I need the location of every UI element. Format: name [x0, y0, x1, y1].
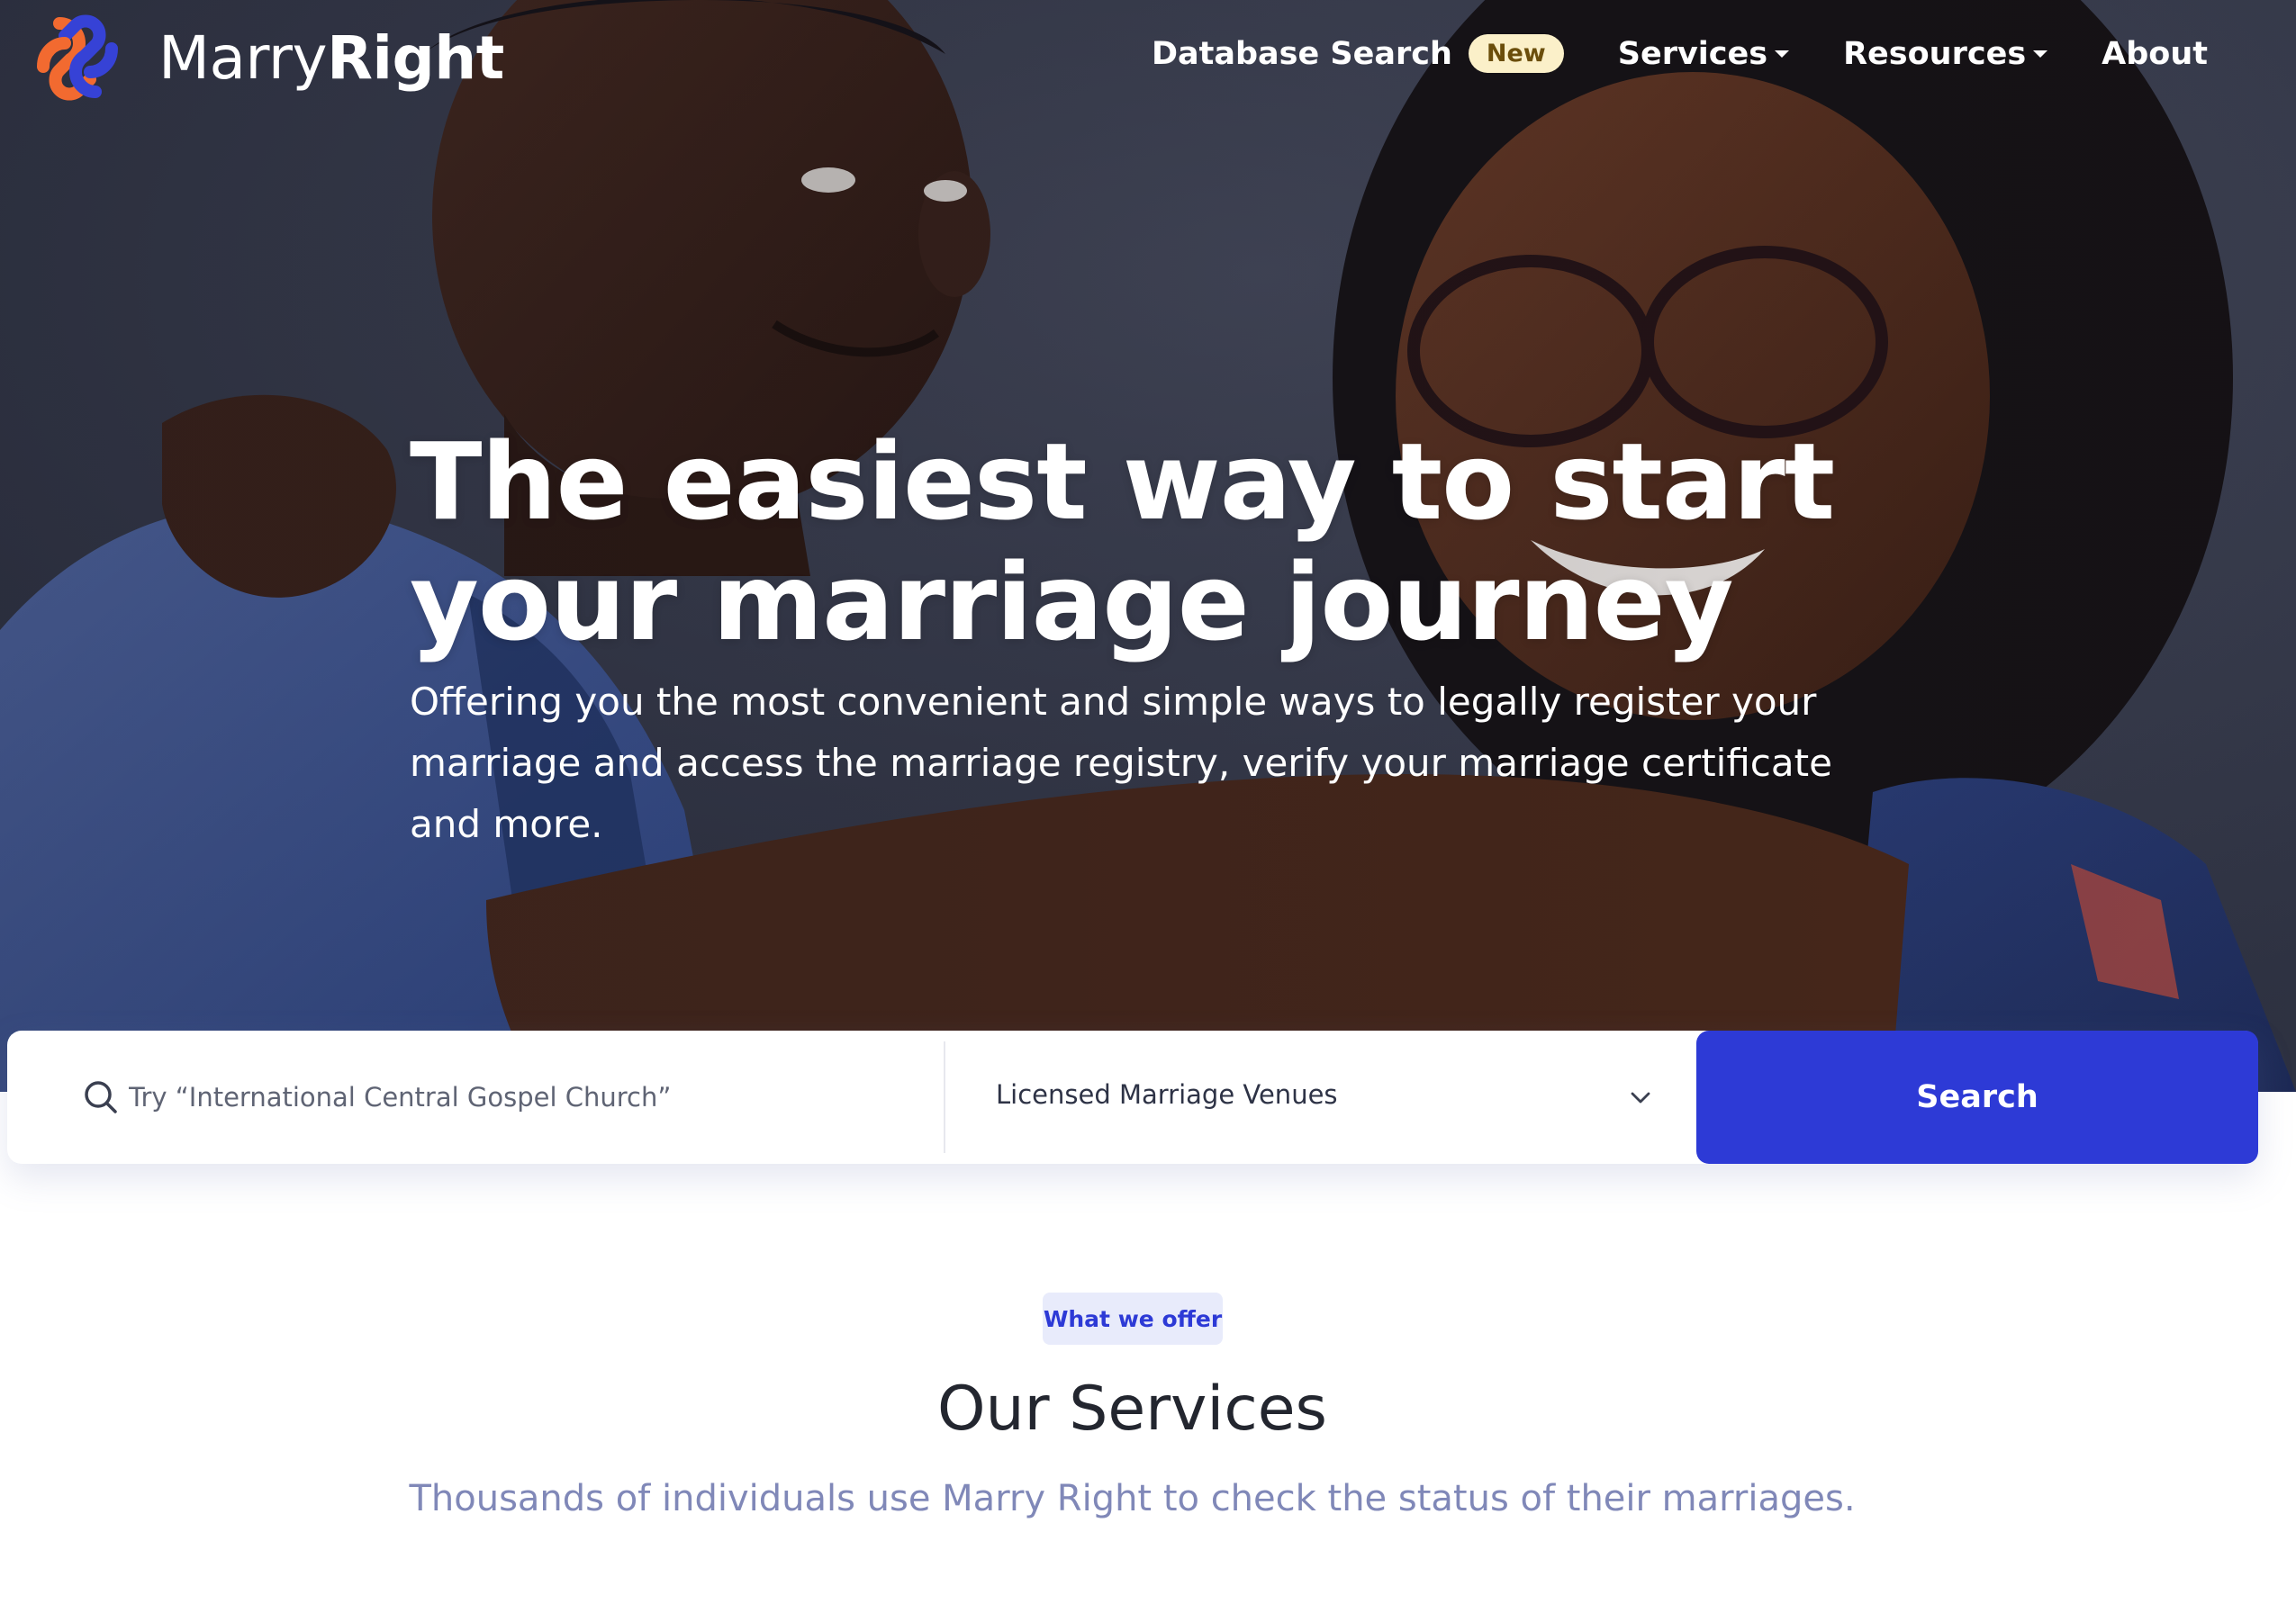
top-navigation: MarryRight Database Search New Services … — [0, 0, 2296, 117]
brand-name-bold: Right — [327, 23, 504, 93]
category-select[interactable]: Licensed Marriage Venues — [945, 1031, 1702, 1164]
marryright-logo-icon — [37, 14, 118, 101]
nav-item-about[interactable]: About — [2102, 36, 2208, 72]
search-bar: Licensed Marriage Venues Search — [7, 1031, 2258, 1164]
hero-headline: The easiest way to start your marriage j… — [410, 421, 1940, 662]
what-we-offer-pill: What we offer — [1043, 1293, 1223, 1345]
search-icon — [85, 1081, 117, 1113]
brand-logo[interactable]: MarryRight — [32, 13, 504, 103]
hero-subtext: Offering you the most convenient and sim… — [410, 680, 1832, 846]
hero-headline-line-1: The easiest way to start — [410, 419, 1835, 544]
new-badge: New — [1468, 34, 1564, 73]
nav-label-about: About — [2102, 35, 2208, 72]
chevron-down-icon — [1631, 1092, 1650, 1104]
nav-item-services[interactable]: Services — [1617, 35, 1790, 72]
nav-item-database-search[interactable]: Database Search New — [1152, 34, 1564, 73]
search-button[interactable]: Search — [1696, 1031, 2258, 1164]
brand-name-light: Marry — [158, 23, 328, 93]
nav-label-resources: Resources — [1843, 35, 2027, 72]
nav-label-services: Services — [1617, 35, 1768, 72]
services-subtitle: Thousands of individuals use Marry Right… — [409, 1478, 1856, 1519]
search-field — [7, 1031, 944, 1164]
brand-wordmark: MarryRight — [158, 23, 504, 93]
hero-headline-line-2: your marriage journey — [410, 540, 1734, 664]
category-select-value: Licensed Marriage Venues — [996, 1079, 1338, 1110]
nav-item-resources[interactable]: Resources — [1843, 35, 2048, 72]
nav-label-database-search: Database Search — [1151, 35, 1452, 72]
services-title: Our Services — [937, 1374, 1327, 1445]
nav-links: Database Search New Services Resources A… — [1152, 34, 2208, 73]
caret-down-icon — [2033, 50, 2048, 58]
hero-section: MarryRight Database Search New Services … — [0, 0, 2296, 1092]
search-input[interactable] — [129, 1070, 921, 1124]
caret-down-icon — [1775, 50, 1790, 58]
